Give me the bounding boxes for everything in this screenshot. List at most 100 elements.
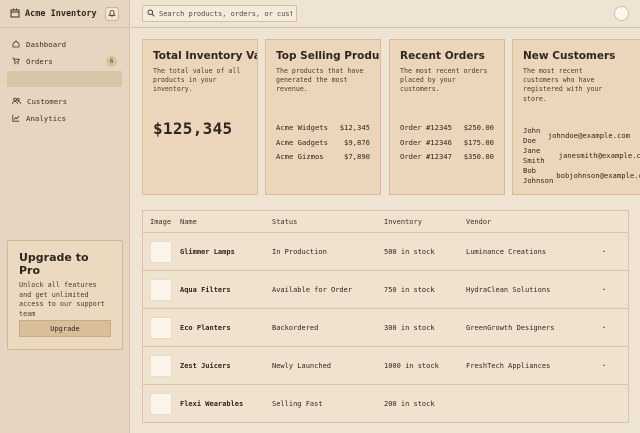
product-inventory: 300 in stock <box>384 323 435 332</box>
customer-email: bobjohnson@example.com <box>556 171 640 181</box>
sidebar-item-dashboard[interactable]: Dashboard <box>0 36 129 53</box>
inventory-value: $125,345 <box>153 118 233 138</box>
product-status: Newly Launched <box>272 361 332 370</box>
products-table: Image Name Status Inventory Vendor Glimm… <box>142 210 629 423</box>
search-input[interactable] <box>159 9 292 18</box>
top-products-list: Acme Widgets $12,345 Acme Gadgets $9,876 A… <box>276 121 370 165</box>
order-total: $350.00 <box>463 152 494 162</box>
list-item: Acme Gadgets $9,876 <box>276 135 370 150</box>
new-customers-card: New Customers The most recent customers … <box>512 39 640 195</box>
product-name: Zest Juicers <box>180 361 231 370</box>
recent-orders-card: Recent Orders The most recent orders pla… <box>389 39 505 195</box>
product-thumbnail <box>150 278 172 301</box>
image-cell <box>143 278 180 301</box>
product-inventory: 200 in stock <box>384 400 435 408</box>
card-title: New Customers <box>523 50 616 62</box>
product-name: Glimmer Lamps <box>180 247 235 256</box>
product-name: Flexi Wearables <box>180 400 244 408</box>
image-cell <box>143 354 180 377</box>
customer-name: Bob Johnson <box>523 165 554 185</box>
sidebar-item-customers[interactable]: Customers <box>0 93 129 110</box>
card-title: Total Inventory Value <box>153 50 257 62</box>
row-actions-button[interactable]: · <box>594 286 614 294</box>
customer-email: janesmith@example.com <box>558 151 640 161</box>
product-vendor: GreenGrowth Designers <box>466 323 555 332</box>
upgrade-button[interactable]: Upgrade <box>19 320 111 337</box>
table-row[interactable]: Aqua Filters Available for Order 750 in … <box>143 271 628 309</box>
list-item: John Doe johndoe@example.com <box>523 126 630 146</box>
card-description: The products that have generated the mos… <box>276 67 364 94</box>
list-item: Jane Smith janesmith@example.com <box>523 146 640 166</box>
product-thumbnail <box>150 354 172 377</box>
column-header-name[interactable]: Name <box>180 218 272 226</box>
chart-icon <box>12 114 20 124</box>
product-name: Acme Gizmos <box>276 152 324 162</box>
home-icon <box>12 39 20 50</box>
bell-icon <box>108 9 116 19</box>
row-actions-button[interactable]: · <box>594 324 614 332</box>
cart-icon <box>12 57 20 67</box>
product-name: Acme Gadgets <box>276 137 328 147</box>
upgrade-card: Upgrade to Pro Unlock all features and g… <box>7 240 123 350</box>
sidebar-item-label: Orders <box>26 57 53 66</box>
brand: Acme Inventory <box>0 0 129 28</box>
customer-name: John Doe <box>523 125 541 145</box>
new-customers-list: John Doe johndoe@example.com Jane Smith ja… <box>523 126 640 186</box>
notifications-button[interactable] <box>105 6 119 21</box>
product-inventory: 750 in stock <box>384 285 435 294</box>
image-cell <box>143 316 180 339</box>
table-header: Image Name Status Inventory Vendor <box>143 211 628 233</box>
card-title: Recent Orders <box>400 50 485 62</box>
table-row[interactable]: Eco Planters Backordered 300 in stock Gr… <box>143 309 628 347</box>
product-vendor: HydraClean Solutions <box>466 285 551 294</box>
table-row[interactable]: Zest Juicers Newly Launched 1000 in stoc… <box>143 347 628 385</box>
product-revenue: $12,345 <box>339 123 370 133</box>
product-name: Eco Planters <box>180 323 231 332</box>
order-total: $250.00 <box>463 123 494 133</box>
column-header-inventory[interactable]: Inventory <box>384 218 466 226</box>
order-total: $175.00 <box>463 137 494 147</box>
product-inventory: 500 in stock <box>384 247 435 256</box>
column-header-status[interactable]: Status <box>272 218 384 226</box>
product-thumbnail <box>150 316 172 339</box>
product-revenue: $9,876 <box>344 137 370 147</box>
product-status: Available for Order <box>272 285 353 294</box>
list-item[interactable]: Order #12347 $350.00 <box>400 150 494 165</box>
table-row[interactable]: Flexi Wearables Selling Fast 200 in stoc… <box>143 385 628 423</box>
top-selling-card: Top Selling Products The products that h… <box>265 39 381 195</box>
sidebar-item-selected[interactable] <box>7 71 122 87</box>
sidebar: Acme Inventory Dashboard Orders 6 Custom… <box>0 0 130 433</box>
avatar[interactable] <box>614 6 629 21</box>
image-cell <box>143 240 180 263</box>
list-item[interactable]: Order #12345 $250.00 <box>400 121 494 136</box>
list-item: Acme Widgets $12,345 <box>276 121 370 136</box>
column-header-vendor[interactable]: Vendor <box>466 218 594 226</box>
search-box[interactable] <box>142 5 297 22</box>
sidebar-item-orders[interactable]: Orders 6 <box>0 53 129 70</box>
upgrade-description: Unlock all features and get unlimited ac… <box>19 281 105 318</box>
order-id: Order #12345 <box>400 123 452 133</box>
card-description: The most recent customers who have regis… <box>523 67 603 103</box>
row-actions-button[interactable]: · <box>594 362 614 370</box>
product-inventory: 1000 in stock <box>384 361 439 370</box>
table-row[interactable]: Glimmer Lamps In Production 500 in stock… <box>143 233 628 271</box>
topbar <box>131 0 640 28</box>
product-name: Aqua Filters <box>180 285 231 294</box>
product-status: Backordered <box>272 323 319 332</box>
product-status: In Production <box>272 247 327 256</box>
list-item: Acme Gizmos $7,890 <box>276 150 370 165</box>
product-thumbnail <box>150 393 172 415</box>
sidebar-item-analytics[interactable]: Analytics <box>0 110 129 127</box>
product-thumbnail <box>150 240 172 263</box>
sidebar-nav: Dashboard Orders 6 Customers Analytics <box>0 28 129 127</box>
app-title[interactable]: Acme Inventory <box>25 9 100 19</box>
upgrade-title: Upgrade to Pro <box>19 251 89 277</box>
product-revenue: $7,890 <box>344 152 370 162</box>
image-cell <box>143 393 180 415</box>
search-icon <box>147 9 155 19</box>
product-vendor: Luminance Creations <box>466 247 547 256</box>
row-actions-button[interactable]: · <box>594 248 614 256</box>
list-item[interactable]: Order #12346 $175.00 <box>400 135 494 150</box>
sidebar-item-label: Dashboard <box>26 40 67 49</box>
orders-count-badge: 6 <box>106 56 117 67</box>
